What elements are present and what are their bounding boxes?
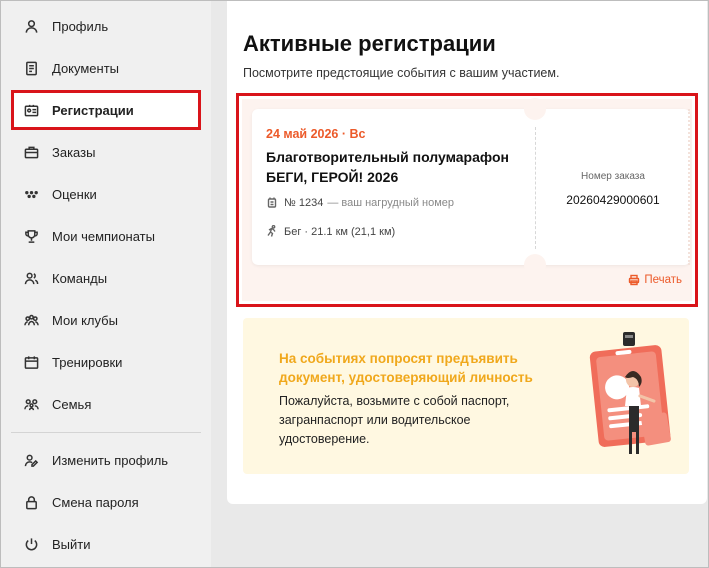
sidebar-item-documents[interactable]: Документы <box>11 50 201 86</box>
page-title: Активные регистрации <box>243 31 496 56</box>
sidebar-item-trainings[interactable]: Тренировки <box>11 344 201 380</box>
trophy-icon <box>23 228 39 244</box>
sidebar-item-label: Семья <box>52 396 92 412</box>
distance-info: Бег · 21.1 км (21,1 км) <box>284 226 396 238</box>
sidebar: Профиль Документы Регистрации Заказы Оце… <box>1 1 211 567</box>
print-button[interactable]: Печать <box>628 274 682 286</box>
registration-highlight: 24 май 2026 · Вс Благотворительный полум… <box>236 93 698 307</box>
bib-row: № 1234 — ваш нагрудный номер <box>266 196 454 210</box>
sidebar-item-change-password[interactable]: Смена пароля <box>11 484 201 520</box>
id-card-icon <box>23 102 39 118</box>
registration-card: 24 май 2026 · Вс Благотворительный полум… <box>242 98 692 301</box>
ticket-edge <box>686 109 690 265</box>
banner-title: На событиях попросят предъявить документ… <box>279 351 533 385</box>
sidebar-item-logout[interactable]: Выйти <box>11 526 201 562</box>
sidebar-item-clubs[interactable]: Мои клубы <box>11 302 201 338</box>
sidebar-item-label: Регистрации <box>52 102 134 118</box>
bib-note: — ваш нагрудный номер <box>327 197 455 209</box>
family-icon <box>23 396 39 412</box>
sidebar-item-label: Выйти <box>52 536 91 552</box>
calendar-icon <box>23 354 39 370</box>
sidebar-item-edit-profile[interactable]: Изменить профиль <box>11 442 201 478</box>
event-ticket[interactable]: 24 май 2026 · Вс Благотворительный полум… <box>252 98 690 276</box>
runner-icon <box>266 225 280 239</box>
ticket-notch <box>524 98 546 120</box>
printer-icon <box>629 274 640 286</box>
bib-icon <box>266 196 280 210</box>
print-label: Печать <box>644 274 682 286</box>
id-reminder-banner: На событиях попросят предъявить документ… <box>243 318 689 474</box>
sidebar-item-label: Изменить профиль <box>52 452 169 468</box>
sidebar-item-orders[interactable]: Заказы <box>11 134 201 170</box>
sidebar-item-ratings[interactable]: Оценки <box>11 176 201 212</box>
dots-icon <box>23 186 39 202</box>
team-icon <box>23 270 39 286</box>
document-icon <box>23 60 39 76</box>
sidebar-item-registrations[interactable]: Регистрации <box>11 90 201 130</box>
edit-profile-icon <box>23 452 39 468</box>
sidebar-item-label: Профиль <box>52 18 109 34</box>
lock-icon <box>23 494 39 510</box>
sidebar-item-profile[interactable]: Профиль <box>11 8 201 44</box>
power-icon <box>23 536 39 552</box>
sidebar-divider <box>11 432 201 433</box>
user-icon <box>23 18 39 34</box>
main-panel: Активные регистрации Посмотрите предстоя… <box>227 1 707 504</box>
sidebar-item-label: Заказы <box>52 144 96 160</box>
sidebar-item-label: Смена пароля <box>52 494 139 510</box>
ticket-notch <box>524 254 546 276</box>
sidebar-item-label: Тренировки <box>52 354 123 370</box>
order-label: Номер заказа <box>581 171 645 182</box>
sidebar-item-label: Оценки <box>52 186 97 202</box>
id-badge-illustration <box>589 332 671 454</box>
page-subtitle: Посмотрите предстоящие события с вашим у… <box>243 66 560 80</box>
sidebar-item-label: Мои чемпионаты <box>52 228 155 244</box>
banner-text: Пожалуйста, возьмите с собой паспорт, за… <box>279 394 510 446</box>
order-number: 20260429000601 <box>566 193 660 207</box>
clubs-icon <box>23 312 39 328</box>
distance-row: Бег · 21.1 км (21,1 км) <box>266 225 395 239</box>
briefcase-icon <box>23 144 39 160</box>
sidebar-item-championships[interactable]: Мои чемпионаты <box>11 218 201 254</box>
sidebar-item-label: Мои клубы <box>52 312 118 328</box>
sidebar-item-label: Команды <box>52 270 108 286</box>
event-date: 24 май 2026 · Вс <box>266 127 366 141</box>
sidebar-item-teams[interactable]: Команды <box>11 260 201 296</box>
sidebar-item-label: Документы <box>52 60 120 76</box>
bib-number: № 1234 <box>284 197 324 209</box>
event-name: Благотворительный полумарафон БЕГИ, ГЕРО… <box>266 149 509 185</box>
sidebar-item-family[interactable]: Семья <box>11 386 201 422</box>
ticket-divider <box>535 127 536 249</box>
